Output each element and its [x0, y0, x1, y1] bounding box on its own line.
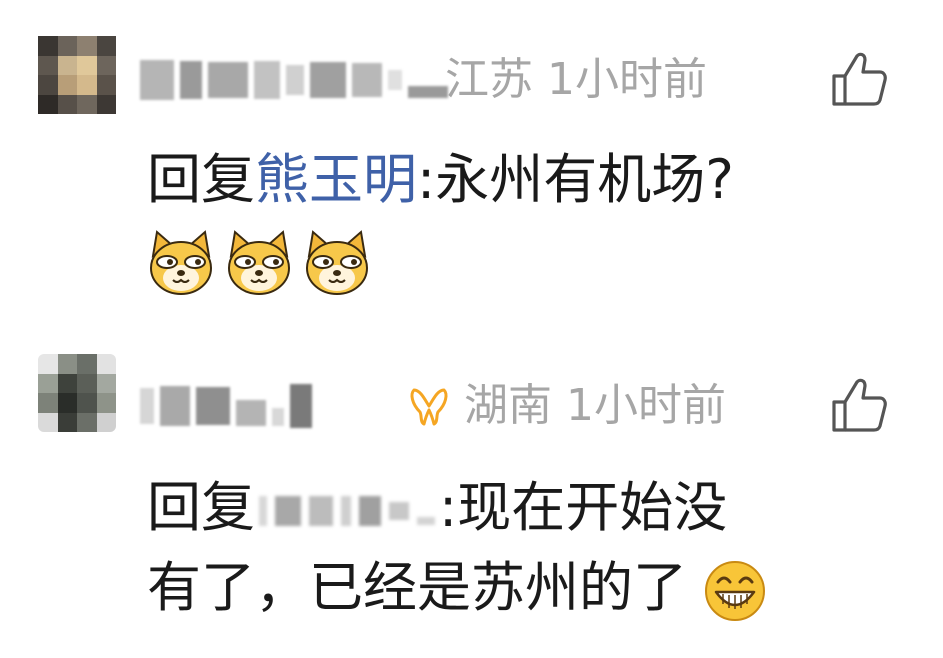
username-pixelated[interactable] [140, 52, 448, 108]
thumbs-up-icon [832, 52, 887, 106]
timestamp: 1小时前 [547, 54, 707, 105]
avatar[interactable] [38, 36, 116, 114]
doge-emoji [228, 230, 290, 295]
comment-item: 江苏 1小时前 回复熊玉明:永州有机场? [0, 0, 943, 330]
comment-meta: 湖南 1小时前 [408, 378, 726, 434]
like-button[interactable] [830, 376, 888, 434]
emoji-row [145, 226, 373, 298]
mention-link[interactable]: 熊玉明 [255, 148, 417, 211]
like-button[interactable] [830, 50, 888, 108]
location-label: 江苏 [445, 54, 533, 105]
comment-text-line2: 有了，已经是苏州的了 [147, 548, 766, 628]
vip-ribbon-icon [410, 388, 448, 426]
reply-prefix: 回复 [147, 476, 255, 539]
comment-meta: 江苏 1小时前 [445, 52, 707, 108]
thumbs-up-icon [832, 378, 887, 432]
grin-emoji [705, 561, 766, 622]
timestamp: 1小时前 [566, 380, 726, 431]
reply-prefix: 回复 [147, 148, 255, 211]
doge-emoji [150, 230, 212, 295]
comment-text: 回复 :现在开始没 [147, 468, 727, 548]
comment-item: 湖南 1小时前 回复 :现在开始没 有了，已经是苏州的了 [0, 330, 943, 658]
doge-emoji [306, 230, 368, 295]
avatar[interactable] [38, 354, 116, 432]
location-label: 湖南 [464, 380, 552, 431]
comment-body: :永州有机场? [417, 148, 734, 211]
mention-pixelated[interactable] [259, 491, 435, 531]
comment-text: 回复熊玉明:永州有机场? [147, 140, 734, 220]
comment-body: :现在开始没 [439, 476, 728, 539]
username-pixelated[interactable] [140, 378, 312, 434]
comment-body: 有了，已经是苏州的了 [147, 556, 687, 619]
